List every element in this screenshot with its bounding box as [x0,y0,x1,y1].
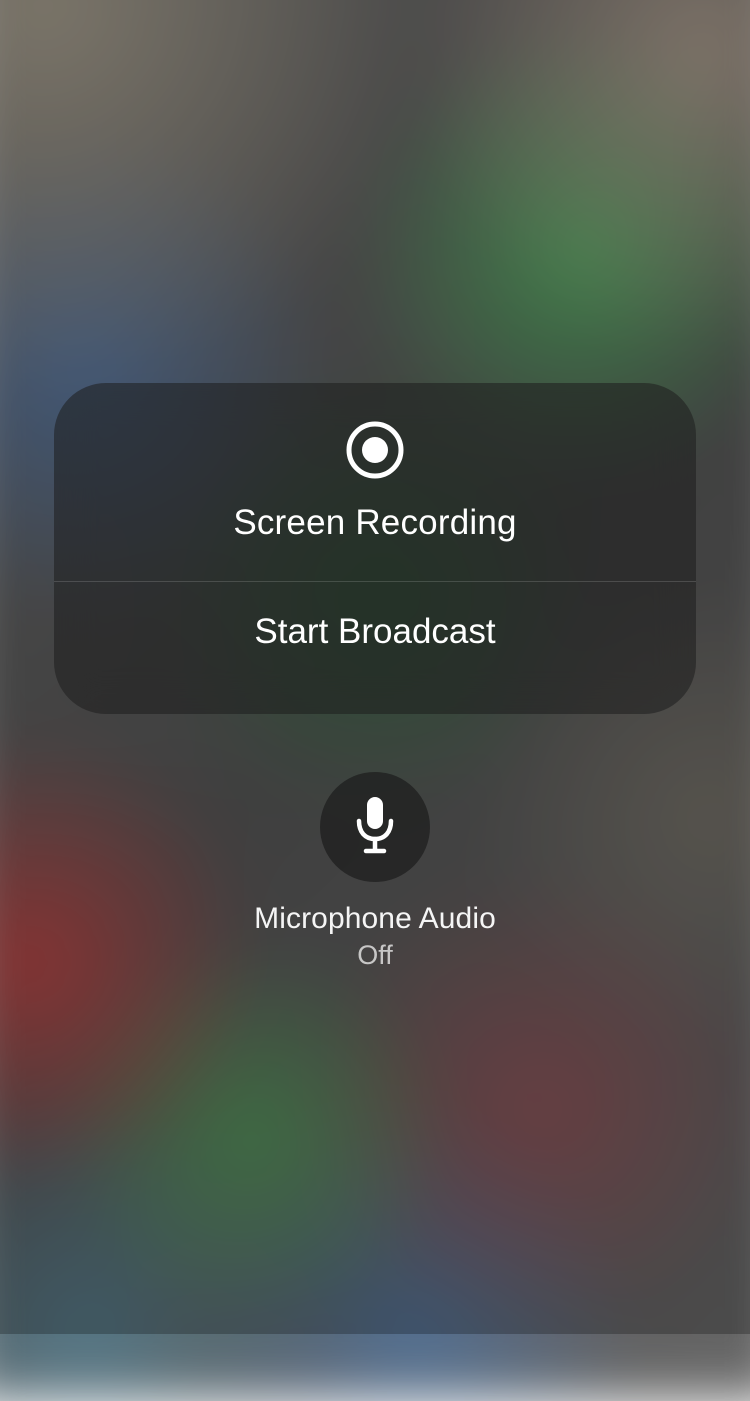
start-broadcast-button[interactable]: Start Broadcast [54,582,696,714]
screen-recording-panel: Screen Recording Start Broadcast [54,383,696,714]
control-center-expanded: Screen Recording Start Broadcast Microph… [0,0,750,1334]
microphone-toggle-button[interactable] [320,772,430,882]
microphone-icon [353,795,397,860]
microphone-label: Microphone Audio [254,902,496,936]
panel-header: Screen Recording [54,383,696,581]
microphone-status: Off [357,940,393,971]
panel-title: Screen Recording [233,503,516,543]
record-icon [346,421,404,479]
microphone-section: Microphone Audio Off [254,772,496,971]
